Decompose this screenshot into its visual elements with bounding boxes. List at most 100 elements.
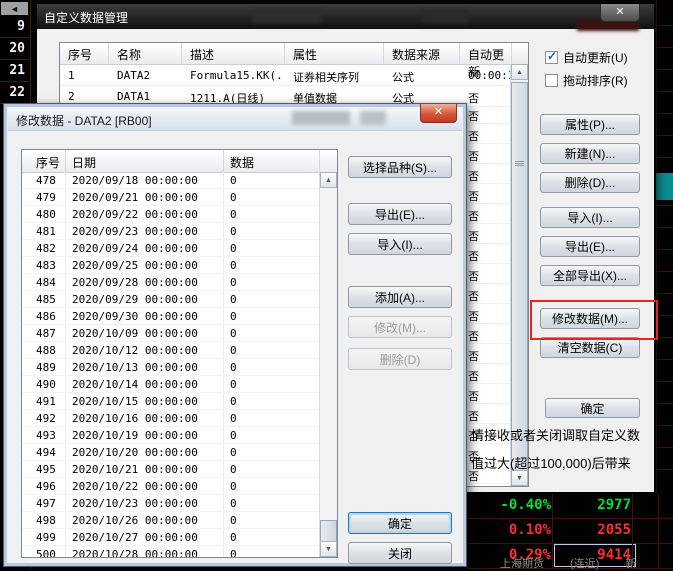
bottom-tab[interactable]: 上海期货 (500, 555, 544, 571)
close-button[interactable]: ✕ (420, 104, 457, 123)
scroll-up-icon[interactable]: ▲ (320, 172, 337, 188)
delete-button[interactable]: 删除(D)... (540, 172, 640, 193)
export-button[interactable]: 导出(E)... (540, 236, 640, 257)
delete-button[interactable]: 删除(D) (348, 348, 452, 370)
modify-data-dialog: 修改数据 - DATA2 [RB00] ✕ 序号 日期 数据 478 2020/0… (3, 103, 467, 567)
table-row[interactable]: 491 2020/10/15 00:00:00 0 (22, 393, 320, 410)
bottom-tab-bar: 上海期货 (连近) 新 (470, 556, 673, 570)
column-header[interactable]: 数据来源 (384, 43, 460, 64)
new-button[interactable]: 新建(N)... (540, 143, 640, 164)
scroll-up-icon[interactable]: ▲ (511, 64, 528, 80)
column-header[interactable]: 自动更新 (460, 43, 512, 79)
close-icon: ✕ (615, 6, 625, 18)
vertical-scrollbar[interactable]: ▲ ▼ (319, 172, 337, 557)
table-row[interactable]: 493 2020/10/19 00:00:00 0 (22, 427, 320, 444)
checkbox-icon[interactable] (545, 49, 558, 64)
modify-table-body: 478 2020/09/18 00:00:00 0 479 2020/09/21 00:… (22, 172, 320, 557)
checkbox-icon[interactable] (545, 74, 558, 87)
table-row[interactable]: 495 2020/10/21 00:00:00 0 (22, 461, 320, 478)
table-row[interactable]: 486 2020/09/30 00:00:00 0 (22, 308, 320, 325)
ok-button[interactable]: 确定 (348, 512, 452, 534)
scroll-down-icon[interactable]: ▼ (511, 470, 528, 486)
quote-row[interactable]: -0.40% 2977 (468, 494, 673, 519)
change-percent: 0.10% (508, 522, 551, 538)
vertical-scrollbar[interactable]: ▲ ▼ (510, 64, 528, 486)
highlight-annotation (530, 300, 658, 340)
grid-marker-icon: ◄ (1, 2, 28, 15)
table-row[interactable]: 496 2020/10/22 00:00:00 0 (22, 478, 320, 495)
table-row[interactable]: 490 2020/10/14 00:00:00 0 (22, 376, 320, 393)
column-header[interactable]: 数据 (224, 150, 320, 172)
quote-grid-right-column (656, 0, 673, 570)
scroll-down-icon[interactable]: ▼ (320, 541, 337, 557)
close-dialog-button[interactable]: 关闭 (348, 542, 452, 564)
table-row[interactable]: 492 2020/10/16 00:00:00 0 (22, 410, 320, 427)
properties-button[interactable]: 属性(P)... (540, 114, 640, 135)
table-row[interactable]: 483 2020/09/25 00:00:00 0 (22, 257, 320, 274)
row-number: 21 (0, 60, 29, 82)
bottom-tab[interactable]: (连近) (570, 555, 599, 571)
ok-button[interactable]: 确定 (545, 398, 640, 418)
close-button[interactable]: ✕ (600, 4, 640, 22)
table-row[interactable]: 488 2020/10/12 00:00:00 0 (22, 342, 320, 359)
quote-value[interactable]: 2977 (554, 494, 636, 517)
table-row: 否 (460, 304, 512, 324)
dialog-title: 修改数据 - DATA2 [RB00] (16, 114, 152, 128)
hint-text-line: 值过大(超过100,000)后带来 (471, 456, 631, 471)
drag-sort-checkbox[interactable]: 拖动排序(R) (545, 72, 628, 89)
table-row: 否 (460, 244, 512, 264)
modify-button[interactable]: 修改(M)... (348, 316, 452, 338)
table-header-row: 序号 日期 数据 (22, 150, 337, 173)
table-row[interactable]: 484 2020/09/28 00:00:00 0 (22, 274, 320, 291)
data-points-table: 序号 日期 数据 478 2020/09/18 00:00:00 0 479 2020/… (21, 149, 338, 558)
table-row[interactable]: 478 2020/09/18 00:00:00 0 (22, 172, 320, 189)
bottom-tab[interactable]: 新 (625, 555, 636, 571)
quote-value[interactable]: 2055 (554, 519, 636, 542)
table-row[interactable]: 479 2020/09/21 00:00:00 0 (22, 189, 320, 206)
add-button[interactable]: 添加(A)... (348, 286, 452, 308)
row-number-list: 9 20 21 22 (0, 16, 29, 104)
clear-data-button[interactable]: 清空数据(C) (540, 337, 640, 358)
table-row[interactable]: 1 DATA2 Formula15.KK(... 证券相关序列 公式 00:00… (60, 65, 528, 86)
blur-redaction (252, 10, 322, 23)
column-header[interactable]: 描述 (182, 43, 285, 64)
table-row: 否 (460, 284, 512, 304)
table-header-row: 序号 名称 描述 属性 数据来源 自动更新 (60, 43, 528, 79)
column-header[interactable]: 序号 (22, 150, 66, 172)
table-row[interactable]: 494 2020/10/20 00:00:00 0 (22, 444, 320, 461)
export-button[interactable]: 导出(E)... (348, 203, 452, 225)
table-row[interactable]: 482 2020/09/24 00:00:00 0 (22, 240, 320, 257)
table-row[interactable]: 500 2020/10/28 00:00:00 0 (22, 546, 320, 557)
column-header[interactable]: 属性 (285, 43, 384, 64)
table-row[interactable]: 489 2020/10/13 00:00:00 0 (22, 359, 320, 376)
column-header[interactable]: 序号 (60, 43, 109, 64)
export-all-button[interactable]: 全部导出(X)... (540, 265, 640, 286)
table-row[interactable]: 498 2020/10/26 00:00:00 0 (22, 512, 320, 529)
import-button[interactable]: 导入(I)... (540, 207, 640, 228)
scrollbar-thumb[interactable] (320, 520, 337, 542)
table-row[interactable]: 497 2020/10/23 00:00:00 0 (22, 495, 320, 512)
table-row[interactable]: 480 2020/09/22 00:00:00 0 (22, 206, 320, 223)
quote-row[interactable]: 0.10% 2055 (468, 519, 673, 544)
table-row: 否 (460, 404, 512, 424)
blur-redaction (422, 10, 468, 23)
table-row: 否 (460, 224, 512, 244)
table-row: 否 (460, 364, 512, 384)
table-row[interactable]: 499 2020/10/27 00:00:00 0 (22, 529, 320, 546)
table-row: 否 (460, 104, 512, 124)
table-row[interactable]: 481 2020/09/23 00:00:00 0 (22, 223, 320, 240)
table-row[interactable]: 485 2020/09/29 00:00:00 0 (22, 291, 320, 308)
table-row[interactable]: 487 2020/10/09 00:00:00 0 (22, 325, 320, 342)
auto-update-checkbox[interactable]: 自动更新(U) (545, 49, 628, 66)
table-row: 否 (460, 264, 512, 284)
column-header[interactable]: 名称 (109, 43, 182, 64)
dialog-title-bar: 修改数据 - DATA2 [RB00] (8, 108, 462, 131)
thumb-grip (515, 161, 524, 162)
change-percent: -0.40% (500, 497, 551, 513)
column-header[interactable]: 日期 (66, 150, 224, 172)
table-row: 否 (460, 204, 512, 224)
table-row: 否 (460, 144, 512, 164)
import-button[interactable]: 导入(I)... (348, 233, 452, 255)
scrollbar-thumb[interactable] (511, 82, 528, 482)
select-symbol-button[interactable]: 选择品种(S)... (348, 156, 452, 178)
